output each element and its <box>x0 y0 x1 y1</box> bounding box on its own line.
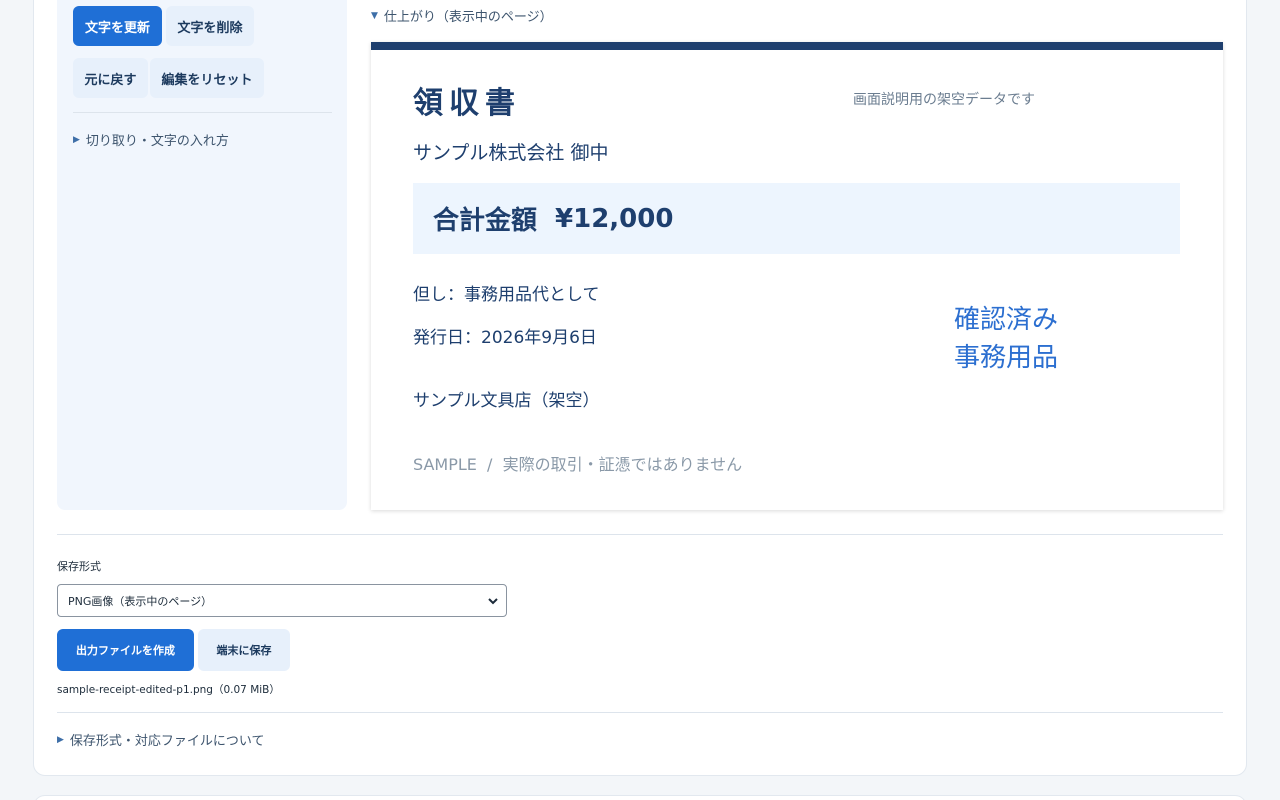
format-selected: PNG画像（表示中のページ） <box>68 594 213 608</box>
stamp-line-2: 事務用品 <box>954 343 1059 373</box>
receipt-purpose: 但し：事務用品代として <box>413 285 600 305</box>
triangle-right-icon: ▶ <box>57 734 64 745</box>
next-card <box>33 795 1247 800</box>
preview-label: 仕上がり（表示中のページ） <box>383 10 553 25</box>
receipt-title: 領収書 <box>413 86 521 121</box>
total-amount: ¥12,000 <box>555 203 674 234</box>
receipt-addressee: サンプル株式会社 御中 <box>413 142 609 164</box>
save-to-device-button[interactable]: 端末に保存 <box>198 629 290 671</box>
format-select[interactable]: PNG画像（表示中のページ） <box>57 584 507 617</box>
create-output-button[interactable]: 出力ファイルを作成 <box>57 629 194 671</box>
reset-edit-button[interactable]: 編集をリセット <box>150 58 264 98</box>
update-text-button[interactable]: 文字を更新 <box>73 6 162 46</box>
chevron-down-icon <box>488 598 498 605</box>
format-label: 保存形式 <box>57 560 101 573</box>
receipt-stamp: 確認済み 事務用品 <box>954 301 1058 377</box>
preview-toggle[interactable]: ▼ 仕上がり（表示中のページ） <box>371 6 553 25</box>
formats-info-toggle[interactable]: ▶ 保存形式・対応ファイルについて <box>57 730 265 749</box>
receipt-total: 合計金額 ¥12,000 <box>413 183 1180 254</box>
bottom-divider <box>57 712 1223 713</box>
triangle-right-icon: ▶ <box>73 134 80 145</box>
receipt-footer: SAMPLE / 実際の取引・証憑ではありません <box>413 455 743 474</box>
receipt-issue-date: 発行日：2026年9月6日 <box>413 328 597 348</box>
undo-button[interactable]: 元に戻す <box>73 58 148 98</box>
stamp-line-1: 確認済み <box>954 305 1059 335</box>
crop-guide-toggle[interactable]: ▶ 切り取り・文字の入れ方 <box>73 130 229 149</box>
crop-guide-label: 切り取り・文字の入れ方 <box>85 134 229 149</box>
output-file-info: sample-receipt-edited-p1.png（0.07 MiB） <box>57 684 280 696</box>
sidebar-divider <box>73 112 332 113</box>
receipt-preview: 領収書 画面説明用の架空データです サンプル株式会社 御中 合計金額 ¥12,0… <box>371 42 1223 510</box>
total-label: 合計金額 <box>433 206 538 236</box>
formats-info-label: 保存形式・対応ファイルについて <box>69 734 265 749</box>
section-divider <box>57 534 1223 535</box>
triangle-down-icon: ▼ <box>371 10 378 21</box>
receipt-note: 画面説明用の架空データです <box>853 92 1035 108</box>
delete-text-button[interactable]: 文字を削除 <box>166 6 254 46</box>
receipt-issuer: サンプル文具店（架空） <box>413 391 600 411</box>
